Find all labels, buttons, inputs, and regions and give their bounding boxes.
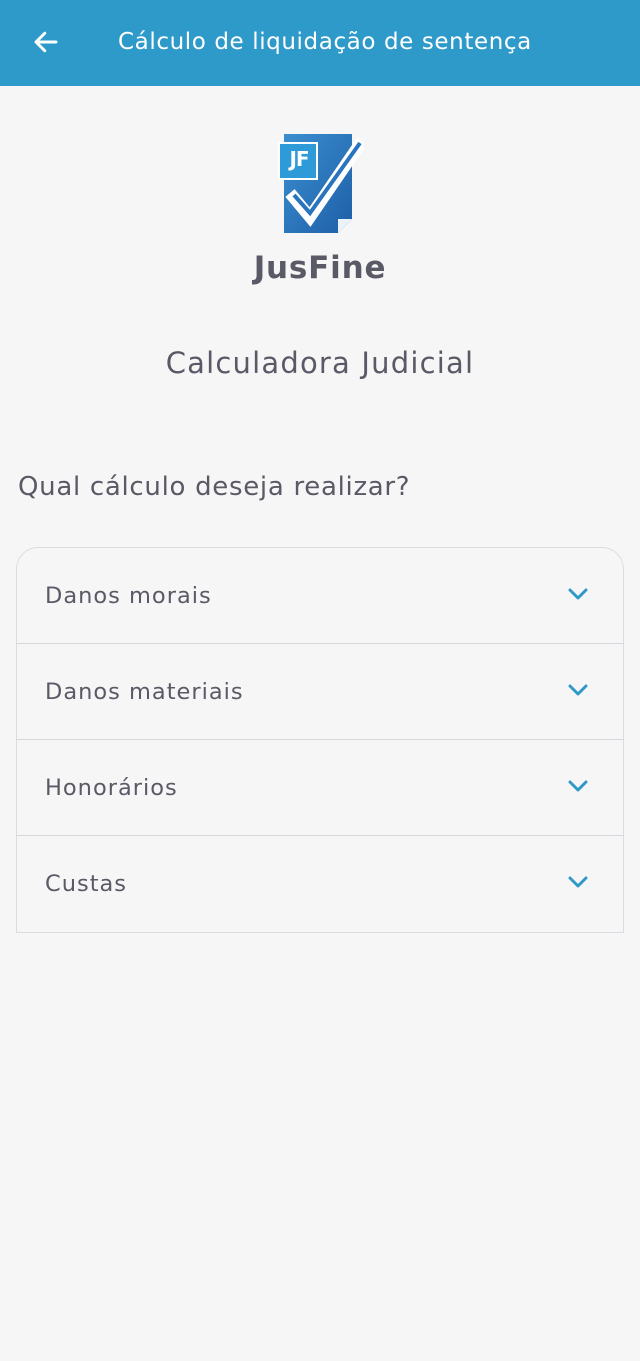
arrow-left-icon (34, 31, 58, 53)
calc-options-accordion: Danos morais Danos materiais Honorários … (16, 547, 624, 933)
chevron-down-icon (568, 780, 588, 792)
app-bar: Cálculo de liquidação de sentença (0, 0, 640, 86)
app-title: Cálculo de liquidação de sentença (118, 29, 532, 55)
calc-question: Qual cálculo deseja realizar? (18, 472, 411, 502)
option-honorarios[interactable]: Honorários (17, 740, 623, 836)
chevron-down-icon (568, 876, 588, 888)
logo-badge-text: JF (289, 147, 309, 171)
option-label: Danos morais (45, 583, 212, 609)
option-label: Danos materiais (45, 679, 244, 705)
chevron-down-icon (568, 588, 588, 600)
option-danos-materiais[interactable]: Danos materiais (17, 644, 623, 740)
page-subtitle: Calculadora Judicial (165, 346, 475, 380)
option-custas[interactable]: Custas (17, 836, 623, 932)
option-danos-morais[interactable]: Danos morais (17, 548, 623, 644)
jusfine-logo-icon: JF (278, 133, 367, 235)
back-button[interactable] (24, 22, 68, 62)
option-label: Custas (45, 871, 128, 897)
brand-name: JusFine (253, 250, 387, 286)
option-label: Honorários (45, 775, 178, 801)
chevron-down-icon (568, 684, 588, 696)
